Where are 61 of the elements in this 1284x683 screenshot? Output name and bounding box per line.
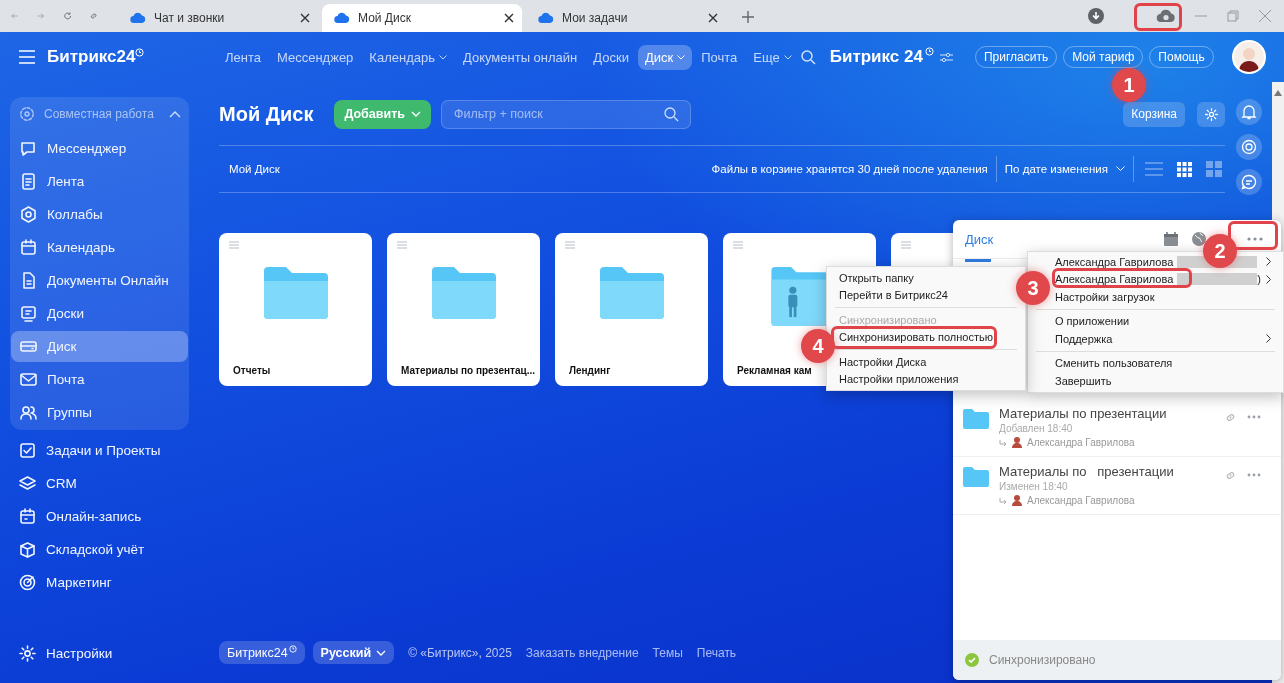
file-time: Добавлен 18:40 (999, 423, 1074, 434)
folder-name: Рекламная кам (737, 365, 812, 376)
file-name[interactable]: Материалы по презентации (999, 406, 1214, 421)
sidebar-item[interactable]: Задачи и Проекты (10, 435, 189, 466)
page-title: Мой Диск (219, 102, 314, 126)
footer-logo[interactable]: Битрикс24 (219, 641, 305, 664)
menu-item[interactable]: Александра Гаврилова ) (1055, 270, 1261, 288)
folder-name: Отчеты (233, 365, 271, 376)
sidebar-item[interactable]: Онлайн-запись (10, 501, 189, 532)
language-select[interactable]: Русский (312, 641, 395, 664)
author-name: Александра Гаврилова (1027, 436, 1135, 448)
trash-button[interactable]: Корзина (1123, 101, 1185, 127)
sidebar-item[interactable]: Коллабы (11, 199, 188, 230)
settings-item[interactable]: Настройки (10, 638, 189, 669)
nav-tab[interactable]: Лента (218, 44, 268, 70)
copyright-text: © «Битрикс», 2025 (408, 645, 512, 660)
menu-item[interactable]: Завершить (1055, 372, 1112, 390)
sidebar-item[interactable]: Группы (11, 397, 188, 428)
status-text: Синхронизировано (989, 653, 1096, 667)
nav-tab[interactable]: Почта (694, 44, 745, 70)
nav-tab[interactable]: Диск (637, 44, 693, 70)
file-name[interactable]: Материалы по презентации (999, 464, 1214, 479)
browser-tab[interactable]: Мой Диск (322, 4, 522, 32)
trash-notice: Файлы в корзине хранятся 30 дней после удаления (711, 163, 988, 175)
sidebar-item[interactable]: Документы Онлайн (11, 265, 188, 296)
folder-card[interactable]: Материалы по презентац... (387, 233, 540, 386)
footer-link[interactable]: Заказать внедрение (525, 645, 639, 660)
nav-tab[interactable]: Документы онлайн (455, 44, 585, 70)
author-name: Александра Гаврилова (1027, 494, 1135, 506)
logo[interactable]: Битрикс24 (47, 47, 136, 67)
breadcrumb[interactable]: Мой Диск (229, 163, 280, 175)
folder-name: Материалы по презентац... (401, 365, 535, 376)
folder-card[interactable]: Лендинг (555, 233, 708, 386)
sidebar-item[interactable]: Складской учёт (10, 534, 189, 565)
nav-tab[interactable]: Календарь (362, 44, 454, 70)
sidebar-item[interactable]: Диск (11, 331, 188, 362)
menu-item[interactable]: Настройки загрузок (1055, 288, 1155, 306)
folder-name: Лендинг (569, 365, 611, 376)
sidebar-item[interactable]: Доски (11, 298, 188, 329)
sidebar-item[interactable]: Лента (11, 166, 188, 197)
sort-dropdown[interactable]: По дате изменения (1004, 163, 1125, 175)
group-title: Совместная работа (44, 107, 155, 121)
menu-item[interactable]: Поддержка (1055, 330, 1113, 348)
browser-tab[interactable]: Чат и звонки (118, 4, 318, 32)
menu-item[interactable]: Сменить пользователя (1055, 354, 1173, 372)
sidebar-item[interactable]: CRM (10, 468, 189, 499)
sidebar-item[interactable]: Календарь (11, 232, 188, 263)
menu-item[interactable]: О приложении (1055, 312, 1130, 330)
nav-tab[interactable]: Мессенджер (270, 44, 361, 70)
footer-link[interactable]: Печать (696, 645, 737, 660)
window-tab[interactable]: Диск (965, 231, 994, 247)
nav-tab[interactable]: Еще (746, 44, 799, 70)
file-time: Изменен 18:40 (999, 481, 1069, 492)
sidebar-item[interactable]: Почта (11, 364, 188, 395)
logo[interactable]: Битрикс 24 (829, 47, 923, 67)
browser-tab[interactable]: Мои задачи (526, 4, 726, 32)
sidebar-item[interactable]: Маркетинг (10, 567, 189, 598)
sidebar-item[interactable]: Мессенджер (11, 133, 188, 164)
nav-tab[interactable]: Доски (586, 44, 636, 70)
folder-card[interactable]: Отчеты (219, 233, 372, 386)
footer-link[interactable]: Темы (652, 645, 683, 660)
